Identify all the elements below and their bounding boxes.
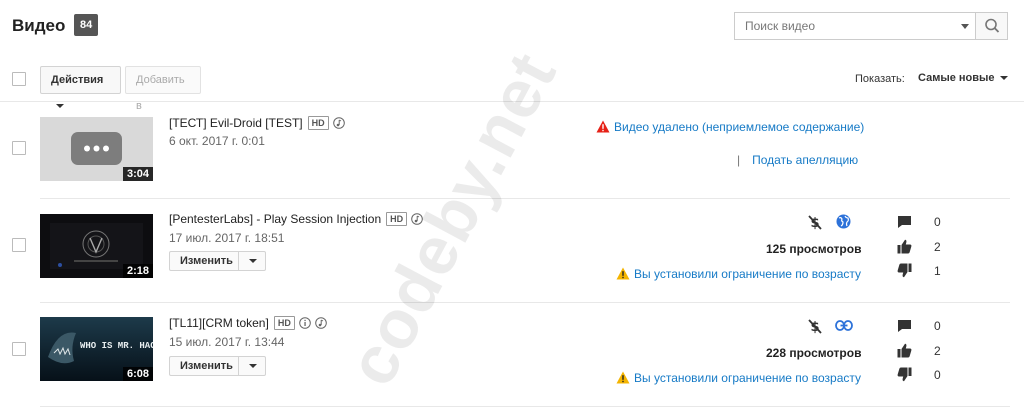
warning-icon (616, 267, 630, 280)
video-row: WHO IS MR. HACKER? 6:08 [TL11][CRM token… (0, 303, 1024, 408)
select-all-checkbox[interactable] (12, 72, 26, 86)
video-date: 6 окт. 2017 г. 0:01 (169, 134, 265, 148)
search-dropdown-icon[interactable] (961, 24, 969, 29)
sort-select[interactable]: Самые новые (918, 72, 1008, 84)
chevron-down-icon (999, 76, 1008, 81)
view-count: 125 просмотров (766, 242, 862, 256)
appeal-text: Подать апелляцию (752, 153, 859, 167)
search-icon (985, 18, 1000, 33)
video-title-text: [TL11][CRM token] (169, 316, 269, 330)
edit-button[interactable]: Изменить (169, 251, 266, 271)
edit-button[interactable]: Изменить (169, 356, 266, 376)
thumbnail-text: WHO IS MR. HACKER? (80, 341, 153, 351)
search-box (734, 12, 1008, 40)
video-duration: 6:08 (122, 367, 153, 381)
music-note-icon (315, 317, 327, 329)
thumbs-down-icon[interactable] (897, 367, 912, 382)
appeal-link[interactable]: | Подать апелляцию (737, 153, 858, 167)
thumbs-down-icon[interactable] (897, 263, 912, 278)
age-restriction-link[interactable]: Вы установили ограничение по возрасту (616, 371, 861, 385)
music-note-icon (411, 213, 423, 225)
view-count: 228 просмотров (766, 346, 862, 360)
video-row: 2:18 [PentesterLabs] - Play Session Inje… (0, 199, 1024, 302)
thumbs-up-icon[interactable] (897, 343, 912, 358)
video-thumbnail[interactable]: WHO IS MR. HACKER? 6:08 (40, 317, 153, 381)
globe-icon[interactable] (836, 214, 851, 229)
actions-button[interactable]: Действия (40, 66, 121, 109)
video-title-text: [ТЕСТ] Evil-Droid [TEST] (169, 116, 303, 130)
separator (238, 252, 239, 270)
row-checkbox[interactable] (12, 342, 26, 356)
info-icon (299, 317, 311, 329)
hd-badge: HD (386, 212, 408, 226)
video-thumbnail[interactable]: 3:04 (40, 117, 153, 181)
video-title[interactable]: [TL11][CRM token] HD (169, 316, 327, 330)
add-to-button[interactable]: Добавить в (125, 66, 201, 112)
video-date: 15 июл. 2017 г. 13:44 (169, 335, 285, 349)
music-note-icon (332, 117, 345, 129)
video-thumbnail[interactable]: 2:18 (40, 214, 153, 278)
chevron-down-icon[interactable] (249, 364, 257, 368)
error-warning-icon (596, 120, 610, 133)
age-restriction-text: Вы установили ограничение по возрасту (634, 267, 862, 281)
video-duration: 2:18 (122, 264, 153, 278)
edit-button-label: Изменить (180, 255, 233, 267)
video-title-text: [PentesterLabs] - Play Session Injection (169, 212, 382, 226)
age-restriction-link[interactable]: Вы установили ограничение по возрасту (616, 267, 861, 281)
thumbs-up-icon[interactable] (897, 239, 912, 254)
removed-status-text: Видео удалено (неприемлемое содержание) (614, 120, 865, 134)
monetization-off-icon[interactable]: $ (808, 318, 822, 334)
video-row: 3:04 [ТЕСТ] Evil-Droid [TEST] HD 6 окт. 2… (0, 102, 1024, 198)
hd-badge: HD (307, 116, 329, 130)
search-input[interactable] (735, 13, 975, 39)
divider (40, 406, 1010, 407)
link-icon[interactable] (835, 320, 853, 331)
separator (238, 357, 239, 375)
video-title[interactable]: [PentesterLabs] - Play Session Injection… (169, 212, 423, 226)
search-button[interactable] (975, 13, 1007, 39)
video-duration: 3:04 (122, 167, 153, 181)
toolbar: Действия Добавить в Показать: Самые новы… (0, 62, 1024, 112)
removed-status-link[interactable]: Видео удалено (неприемлемое содержание) (596, 120, 864, 134)
comment-count: 0 (934, 319, 941, 333)
actions-button-label: Действия (51, 74, 104, 86)
age-restriction-text: Вы установили ограничение по возрасту (634, 371, 862, 385)
page-header: Видео 84 (0, 0, 1024, 52)
page-title: Видео (12, 16, 66, 35)
hd-badge: HD (273, 316, 295, 330)
separator: | (737, 153, 741, 167)
dislike-count: 0 (934, 368, 941, 382)
comment-icon[interactable] (897, 319, 912, 333)
chevron-down-icon[interactable] (249, 259, 257, 263)
monetization-off-icon[interactable]: $ (808, 214, 822, 230)
comment-count: 0 (934, 215, 941, 229)
video-date: 17 июл. 2017 г. 18:51 (169, 231, 285, 245)
comment-icon[interactable] (897, 215, 912, 229)
show-label: Показать: (855, 73, 905, 85)
dislike-count: 1 (934, 264, 941, 278)
like-count: 2 (934, 240, 941, 254)
row-checkbox[interactable] (12, 238, 26, 252)
edit-button-label: Изменить (180, 360, 233, 372)
video-count-badge: 84 (74, 14, 99, 36)
video-title[interactable]: [ТЕСТ] Evil-Droid [TEST] HD (169, 116, 345, 130)
like-count: 2 (934, 344, 941, 358)
warning-icon (616, 371, 630, 384)
sort-select-value: Самые новые (918, 72, 995, 84)
row-checkbox[interactable] (12, 141, 26, 155)
